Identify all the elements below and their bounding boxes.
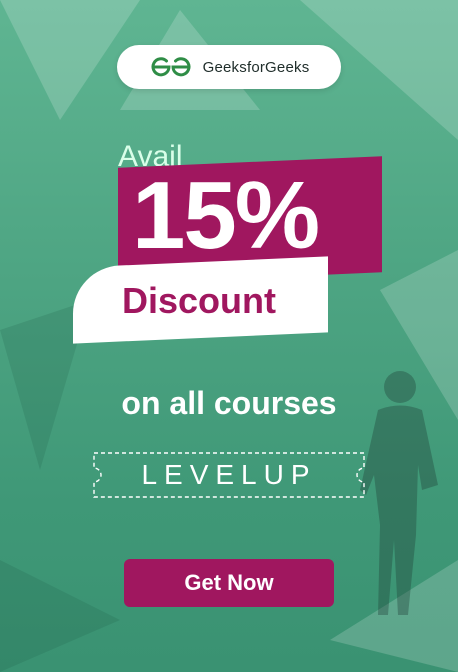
- offer-subtitle: on all courses: [121, 385, 337, 421]
- discount-percent: 15%: [132, 162, 320, 269]
- coupon-code-box[interactable]: LEVELUP: [93, 452, 365, 498]
- discount-word: Discount: [122, 280, 277, 321]
- coupon-code: LEVELUP: [141, 459, 317, 490]
- brand-logo[interactable]: GeeksforGeeks: [117, 45, 341, 89]
- brand-name: GeeksforGeeks: [202, 58, 310, 76]
- get-now-button[interactable]: Get Now: [124, 559, 334, 607]
- promo-banner: GeeksforGeeks Avail 15% Discount on all …: [0, 0, 458, 672]
- gfg-logo-icon: [149, 57, 193, 77]
